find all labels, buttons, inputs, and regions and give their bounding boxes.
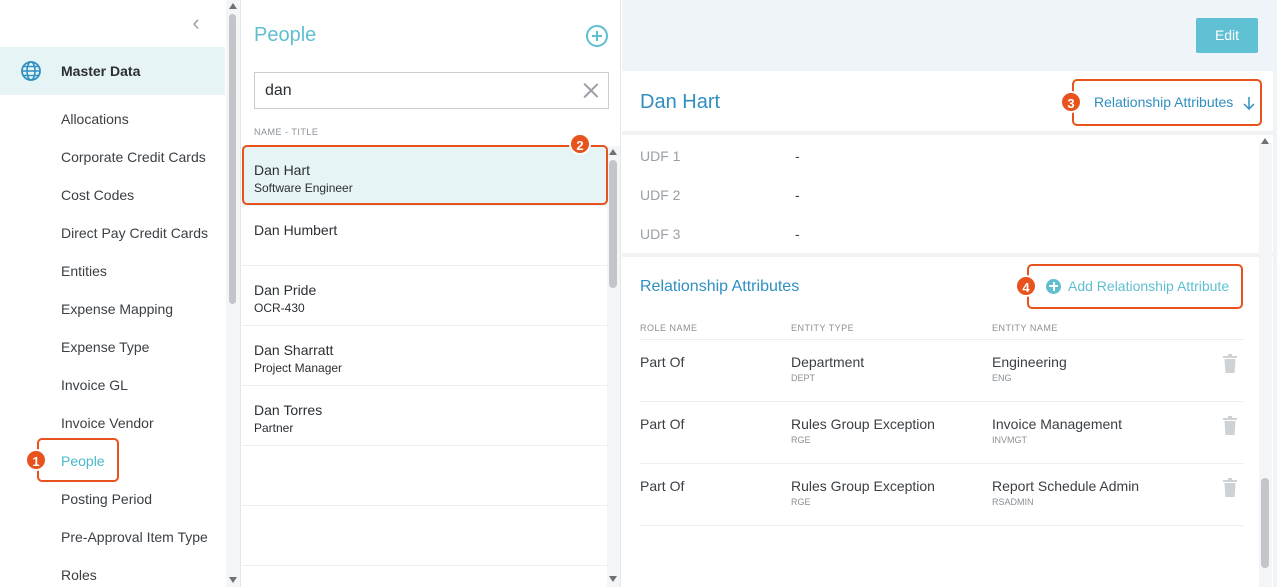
- person-name: Dan Humbert: [254, 222, 338, 238]
- sidebar: ‹ Master Data Allocations Corporate Cred…: [0, 0, 241, 587]
- search-box: [254, 72, 609, 109]
- search-input[interactable]: [255, 73, 575, 108]
- callout-badge-3: 3: [1060, 91, 1082, 113]
- trash-icon[interactable]: [1222, 354, 1238, 374]
- entity-name-cell: Engineering: [992, 354, 1067, 370]
- sidebar-item-corporate-credit-cards[interactable]: Corporate Credit Cards: [61, 148, 206, 166]
- entity-code: RSADMIN: [992, 497, 1034, 507]
- column-header-role-name: ROLE NAME: [640, 323, 698, 333]
- sidebar-item-posting-period[interactable]: Posting Period: [61, 490, 152, 508]
- table-row: Part Of Rules Group Exception RGE Invoic…: [640, 402, 1243, 464]
- person-name: Dan Pride: [254, 282, 317, 298]
- entity-code: ENG: [992, 373, 1012, 383]
- person-name: Dan Torres: [254, 402, 323, 418]
- person-title: Project Manager: [254, 361, 343, 375]
- divider: [622, 253, 1273, 257]
- list-item[interactable]: Dan Hart Software Engineer: [242, 146, 607, 206]
- add-relationship-attribute-button[interactable]: Add Relationship Attribute: [1046, 278, 1229, 294]
- person-title: Partner: [254, 421, 294, 435]
- add-person-icon[interactable]: [586, 25, 608, 47]
- sidebar-item-entities[interactable]: Entities: [61, 262, 107, 280]
- table-row: Part Of Department DEPT Engineering ENG: [640, 340, 1243, 402]
- sidebar-scrollbar-thumb[interactable]: [229, 14, 236, 304]
- sidebar-item-pre-approval-item-type[interactable]: Pre-Approval Item Type: [61, 528, 208, 546]
- sidebar-item-allocations[interactable]: Allocations: [61, 110, 129, 128]
- callout-badge-1: 1: [25, 449, 47, 471]
- udf-value: -: [795, 226, 800, 242]
- list-item[interactable]: Dan Torres Partner: [242, 386, 607, 446]
- scroll-down-icon[interactable]: [609, 576, 617, 582]
- scroll-up-icon[interactable]: [1261, 138, 1269, 144]
- detail-card: Dan Hart Relationship Attributes UDF 1 -…: [622, 71, 1273, 587]
- role-name-cell: Part Of: [640, 478, 685, 494]
- people-list-panel: People NAME - TITLE Dan Hart Software En…: [242, 0, 621, 587]
- divider: [622, 131, 1273, 135]
- collapse-sidebar-icon[interactable]: ‹: [186, 12, 206, 36]
- role-name-cell: Part Of: [640, 354, 685, 370]
- entity-type-cell: Department: [791, 354, 865, 370]
- sidebar-item-roles[interactable]: Roles: [61, 566, 97, 584]
- sidebar-section-title: Master Data: [61, 63, 141, 79]
- list-item[interactable]: Dan Humbert: [242, 206, 607, 266]
- entity-type-code: RGE: [791, 497, 811, 507]
- udf-label: UDF 1: [640, 148, 681, 164]
- list-item[interactable]: Dan Pride OCR-430: [242, 266, 607, 326]
- detail-scrollbar-thumb[interactable]: [1261, 478, 1269, 568]
- clear-search-icon[interactable]: [582, 82, 599, 99]
- sidebar-item-invoice-vendor[interactable]: Invoice Vendor: [61, 414, 154, 432]
- udf-label: UDF 2: [640, 187, 681, 203]
- table-row: Part Of Rules Group Exception RGE Report…: [640, 464, 1243, 526]
- entity-code: INVMGT: [992, 435, 1027, 445]
- person-title: Software Engineer: [254, 181, 353, 195]
- udf-value: -: [795, 148, 800, 164]
- add-circle-icon: [1046, 278, 1061, 294]
- empty-list-row: [242, 506, 607, 566]
- callout-badge-4: 4: [1015, 275, 1037, 297]
- sidebar-item-expense-mapping[interactable]: Expense Mapping: [61, 300, 173, 318]
- app-window: ‹ Master Data Allocations Corporate Cred…: [0, 0, 1277, 587]
- globe-icon: [21, 61, 41, 81]
- callout-badge-2: 2: [569, 133, 591, 155]
- scroll-up-icon[interactable]: [229, 3, 237, 9]
- people-list-scrollbar-thumb[interactable]: [609, 160, 617, 288]
- sidebar-item-invoice-gl[interactable]: Invoice GL: [61, 376, 128, 394]
- udf-label: UDF 3: [640, 226, 681, 242]
- entity-type-cell: Rules Group Exception: [791, 416, 935, 432]
- entity-type-code: RGE: [791, 435, 811, 445]
- person-name: Dan Sharratt: [254, 342, 334, 358]
- relationship-attributes-link[interactable]: Relationship Attributes: [1094, 94, 1233, 110]
- arrow-down-icon[interactable]: [1242, 95, 1256, 111]
- entity-name-cell: Report Schedule Admin: [992, 478, 1140, 494]
- trash-icon[interactable]: [1222, 416, 1238, 436]
- udf-value: -: [795, 187, 800, 203]
- scroll-down-icon[interactable]: [229, 577, 237, 583]
- sidebar-item-direct-pay-credit-cards[interactable]: Direct Pay Credit Cards: [61, 224, 208, 242]
- sidebar-item-people[interactable]: People: [61, 452, 105, 470]
- entity-name-cell: Invoice Management: [992, 416, 1122, 432]
- relationship-section-title: Relationship Attributes: [640, 278, 800, 295]
- list-item[interactable]: Dan Sharratt Project Manager: [242, 326, 607, 386]
- add-relationship-attribute-label: Add Relationship Attribute: [1068, 278, 1230, 294]
- sidebar-item-expense-type[interactable]: Expense Type: [61, 338, 149, 356]
- trash-icon[interactable]: [1222, 478, 1238, 498]
- edit-button[interactable]: Edit: [1196, 18, 1258, 53]
- column-header-entity-name: ENTITY NAME: [992, 323, 1058, 333]
- scroll-up-icon[interactable]: [609, 149, 617, 155]
- entity-type-cell: Rules Group Exception: [791, 478, 935, 494]
- sidebar-section-master-data[interactable]: Master Data: [0, 47, 225, 95]
- list-column-header: NAME - TITLE: [254, 127, 319, 137]
- role-name-cell: Part Of: [640, 416, 685, 432]
- person-title: OCR-430: [254, 301, 305, 315]
- empty-list-row: [242, 446, 607, 506]
- entity-type-code: DEPT: [791, 373, 816, 383]
- people-panel-title: People: [254, 24, 317, 46]
- person-detail-panel: Edit Dan Hart Relationship Attributes UD…: [622, 0, 1277, 587]
- sidebar-item-cost-codes[interactable]: Cost Codes: [61, 186, 134, 204]
- person-detail-name: Dan Hart: [640, 91, 721, 113]
- column-header-entity-type: ENTITY TYPE: [791, 323, 855, 333]
- person-name: Dan Hart: [254, 162, 311, 178]
